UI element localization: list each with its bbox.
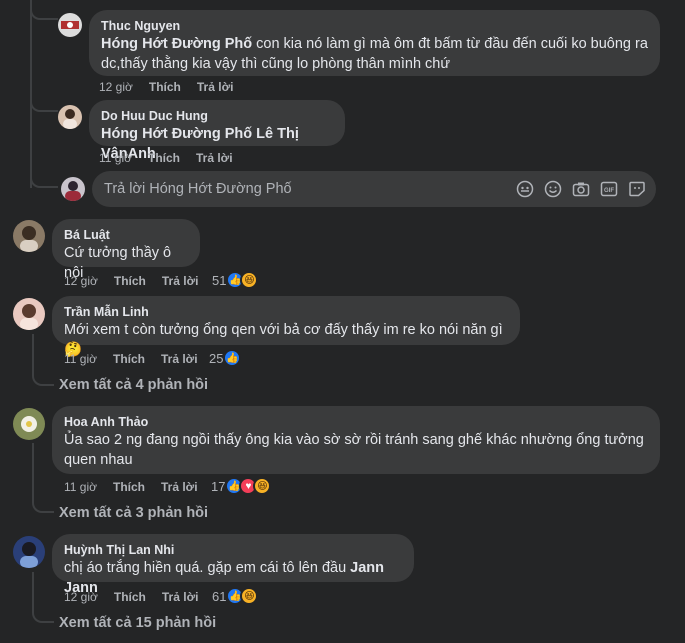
reaction-count: 25 — [209, 350, 224, 366]
comment-bubble: Hoa Anh Thảo Ủa sao 2 ng đang ngồi thấy … — [52, 406, 660, 474]
comment-actions: 12 giờ Thích Trả lời — [64, 274, 214, 288]
reply-action[interactable]: Trả lời — [161, 480, 198, 494]
comment-text-part: con kia nó làm gì mà ôm đt bấm từ đầu đế… — [252, 36, 648, 52]
haha-icon: 😆 — [240, 587, 259, 605]
comment-actions: 12 giờ Thích Trả lời — [64, 590, 214, 604]
reply-action[interactable]: Trả lời — [162, 274, 199, 288]
avatar[interactable] — [13, 298, 45, 330]
comment-author[interactable]: Trần Mẫn Linh — [64, 304, 508, 320]
gif-icon[interactable]: GIF — [600, 180, 618, 198]
haha-icon: 😆 — [240, 271, 259, 289]
comment-time[interactable]: 12 giờ — [64, 590, 98, 604]
comment-time[interactable]: 11 giờ — [64, 480, 97, 494]
reaction-summary[interactable]: 17 👍 ♥ 😆 — [211, 477, 272, 495]
comment-bubble: Trần Mẫn Linh Mới xem t còn tưởng ổng qe… — [52, 296, 520, 358]
like-action[interactable]: Thích — [113, 480, 145, 494]
like-action[interactable]: Thích — [114, 274, 146, 288]
comment-author[interactable]: Bá Luật — [64, 227, 188, 243]
current-user-avatar — [61, 177, 85, 201]
comment-author[interactable]: Thuc Nguyen — [101, 18, 648, 34]
like-action[interactable]: Thích — [149, 80, 181, 94]
comment-actions: 11 giờ Thích Trả lời — [64, 352, 214, 366]
reply-action[interactable]: Trả lời — [196, 151, 233, 165]
comment-author[interactable]: Huỳnh Thị Lan Nhi — [64, 542, 402, 558]
sticker-icon[interactable] — [628, 180, 646, 198]
see-all-replies-link[interactable]: Xem tất cả 3 phản hồi — [59, 505, 208, 521]
comment-bubble: Thuc Nguyen Hóng Hớt Đường Phố con kia n… — [89, 10, 660, 76]
camera-icon[interactable] — [572, 180, 590, 198]
mention-link[interactable]: Hóng Hớt Đường Phố — [101, 36, 252, 52]
reply-input-placeholder: Trả lời Hóng Hớt Đường Phố — [104, 181, 292, 197]
comment-text-line2: dc,thấy thằng kia vậy thì cũng lo phòng … — [101, 56, 451, 72]
avatar[interactable] — [58, 105, 82, 129]
thread-line — [32, 443, 54, 513]
reply-action[interactable]: Trả lời — [161, 352, 198, 366]
reaction-summary[interactable]: 25 👍 — [209, 349, 242, 367]
comment-time[interactable]: 12 giờ — [99, 80, 133, 94]
mention-link[interactable]: Hóng Hớt Đường Phố — [101, 126, 252, 142]
like-icon: 👍 — [223, 349, 242, 367]
reaction-summary[interactable]: 51 👍 😆 — [212, 271, 259, 289]
comment-time[interactable]: 11 giờ — [64, 352, 97, 366]
comment-actions: 11 giờ Thích Trả lời — [99, 151, 249, 165]
avatar[interactable] — [13, 408, 45, 440]
see-all-replies-link[interactable]: Xem tất cả 4 phản hồi — [59, 377, 208, 393]
thread-line — [30, 0, 58, 20]
see-all-replies-link[interactable]: Xem tất cả 15 phản hồi — [59, 615, 216, 631]
avatar[interactable] — [13, 220, 45, 252]
thread-line — [30, 20, 58, 112]
avatar[interactable] — [13, 536, 45, 568]
comment-text-part: chị áo trắng hiền quá. gặp em cái tô lên… — [64, 560, 351, 576]
emoji-icon[interactable] — [544, 180, 562, 198]
reaction-count: 61 — [212, 588, 227, 604]
comment-bubble: Bá Luật Cứ tưởng thầy ô nội — [52, 219, 200, 281]
reaction-count: 17 — [211, 478, 226, 494]
comment-actions: 11 giờ Thích Trả lời — [64, 480, 214, 494]
haha-icon: 😆 — [253, 477, 272, 495]
comment-bubble: Huỳnh Thị Lan Nhi chị áo trắng hiền quá.… — [52, 534, 414, 596]
comment-time[interactable]: 12 giờ — [64, 274, 98, 288]
reply-action[interactable]: Trả lời — [162, 590, 199, 604]
thread-line — [32, 572, 54, 623]
sticker-avatar-icon[interactable] — [516, 180, 534, 198]
comment-text: Hóng Hớt Đường Phố con kia nó làm gì mà … — [101, 34, 648, 54]
comment-time[interactable]: 11 giờ — [99, 151, 132, 165]
comment-bubble: Do Huu Duc Hung Hóng Hớt Đường Phố Lê Th… — [89, 100, 345, 162]
thread-line — [32, 334, 54, 386]
comment-author[interactable]: Hoa Anh Thảo — [64, 414, 648, 430]
comment-text-part: Mới xem t còn tưởng ổng qen với bả cơ đấ… — [64, 322, 503, 338]
svg-text:GIF: GIF — [604, 188, 614, 194]
like-action[interactable]: Thích — [113, 352, 145, 366]
reaction-count: 51 — [212, 272, 227, 288]
reply-action[interactable]: Trả lời — [197, 80, 234, 94]
comment-text-line2: quen nhau — [64, 452, 133, 468]
reaction-summary[interactable]: 61 👍 😆 — [212, 587, 259, 605]
like-action[interactable]: Thích — [114, 590, 146, 604]
comment-text: Ủa sao 2 ng đang ngồi thấy ông kia vào s… — [64, 432, 644, 448]
thread-line — [30, 112, 58, 188]
avatar[interactable] — [58, 13, 82, 37]
comment-actions: 12 giờ Thích Trả lời — [99, 80, 249, 94]
reply-input[interactable]: Trả lời Hóng Hớt Đường Phố GIF — [92, 171, 656, 207]
comment-author[interactable]: Do Huu Duc Hung — [101, 108, 333, 124]
like-action[interactable]: Thích — [148, 151, 180, 165]
